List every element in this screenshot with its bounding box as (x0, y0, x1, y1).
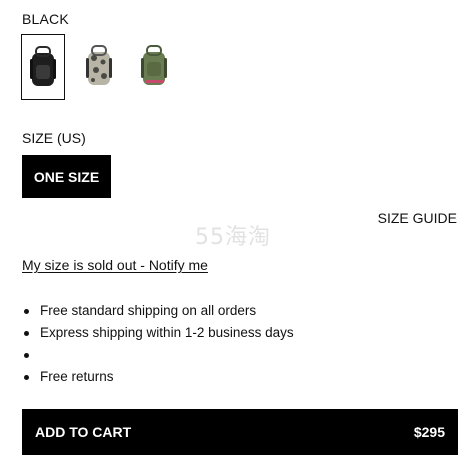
bullet-icon (24, 309, 29, 314)
swatch-black-backpack[interactable] (21, 34, 65, 100)
swatch-camo-backpack[interactable] (78, 34, 120, 98)
bullet-icon (24, 375, 29, 380)
size-option-button[interactable]: ONE SIZE (22, 155, 111, 198)
bullet-icon (24, 353, 29, 358)
list-item: Free standard shipping on all orders (22, 300, 294, 322)
backpack-camo-icon (86, 45, 112, 85)
backpack-black-icon (30, 46, 56, 86)
size-label: SIZE (US) (22, 130, 86, 146)
add-to-cart-label: ADD TO CART (35, 424, 132, 440)
add-to-cart-button[interactable]: ADD TO CART $295 (22, 409, 458, 455)
backpack-green-icon (141, 45, 167, 85)
list-item: Free returns (22, 366, 294, 388)
bullet-icon (24, 331, 29, 336)
watermark-logo: 55海淘 (195, 225, 271, 250)
size-guide-link[interactable]: SIZE GUIDE (378, 210, 457, 226)
swatch-green-backpack[interactable] (133, 34, 175, 98)
color-label: BLACK (22, 11, 69, 27)
price-label: $295 (413, 424, 445, 440)
list-item: Express shipping within 1-2 business day… (22, 322, 294, 344)
color-swatches (21, 34, 175, 100)
shipping-info-list: Free standard shipping on all orders Exp… (22, 300, 294, 388)
notify-me-link[interactable]: My size is sold out - Notify me (22, 257, 208, 273)
list-item (22, 344, 294, 366)
